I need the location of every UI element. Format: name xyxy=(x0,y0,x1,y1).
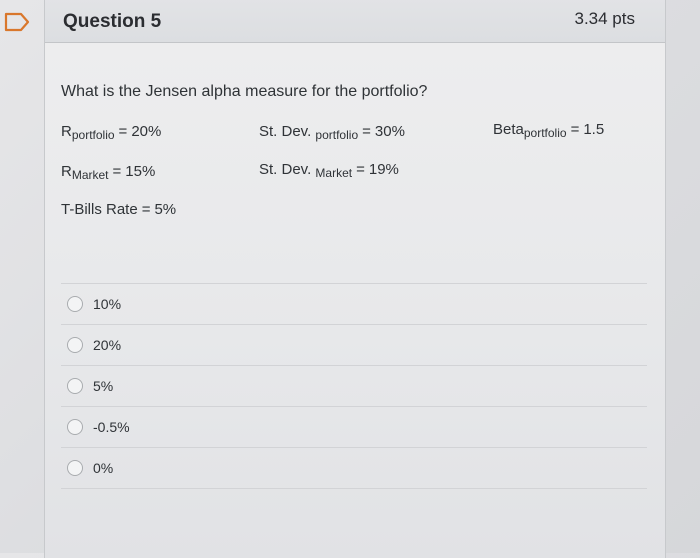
answer-list: 10% 20% 5% -0.5% 0% xyxy=(61,283,647,489)
answer-label: -0.5% xyxy=(93,419,130,435)
radio-button[interactable] xyxy=(67,296,83,312)
flag-question-icon[interactable] xyxy=(4,12,30,32)
radio-button[interactable] xyxy=(67,460,83,476)
answer-option[interactable]: 0% xyxy=(61,447,647,489)
answer-label: 0% xyxy=(93,460,114,476)
var-r-market: RMarket = 15% xyxy=(61,163,156,182)
var-sd-market: St. Dev. Market = 19% xyxy=(259,161,399,180)
question-points: 3.34 pts xyxy=(574,9,636,28)
question-title: Question 5 xyxy=(63,11,162,32)
answer-option[interactable]: 20% xyxy=(61,324,647,365)
var-beta-portfolio: Betaportfolio = 1.5 xyxy=(493,121,605,140)
answer-option[interactable]: 5% xyxy=(61,365,647,406)
answer-label: 5% xyxy=(93,378,114,394)
question-card: Question 5 3.34 pts What is the Jensen a… xyxy=(44,0,666,558)
radio-button[interactable] xyxy=(67,337,83,353)
question-body: What is the Jensen alpha measure for the… xyxy=(45,43,665,558)
question-text: What is the Jensen alpha measure for the… xyxy=(61,83,428,100)
var-tbills-rate: T-Bills Rate = 5% xyxy=(61,201,177,218)
radio-button[interactable] xyxy=(67,419,83,435)
answer-label: 10% xyxy=(93,296,122,312)
radio-button[interactable] xyxy=(67,378,83,394)
var-sd-portfolio: St. Dev. portfolio = 30% xyxy=(259,123,405,142)
answer-label: 20% xyxy=(93,337,122,353)
var-r-portfolio: Rportfolio = 20% xyxy=(61,123,162,142)
answer-option[interactable]: -0.5% xyxy=(61,406,647,447)
answer-option[interactable]: 10% xyxy=(61,283,647,324)
question-header: Question 5 3.34 pts xyxy=(45,0,665,43)
